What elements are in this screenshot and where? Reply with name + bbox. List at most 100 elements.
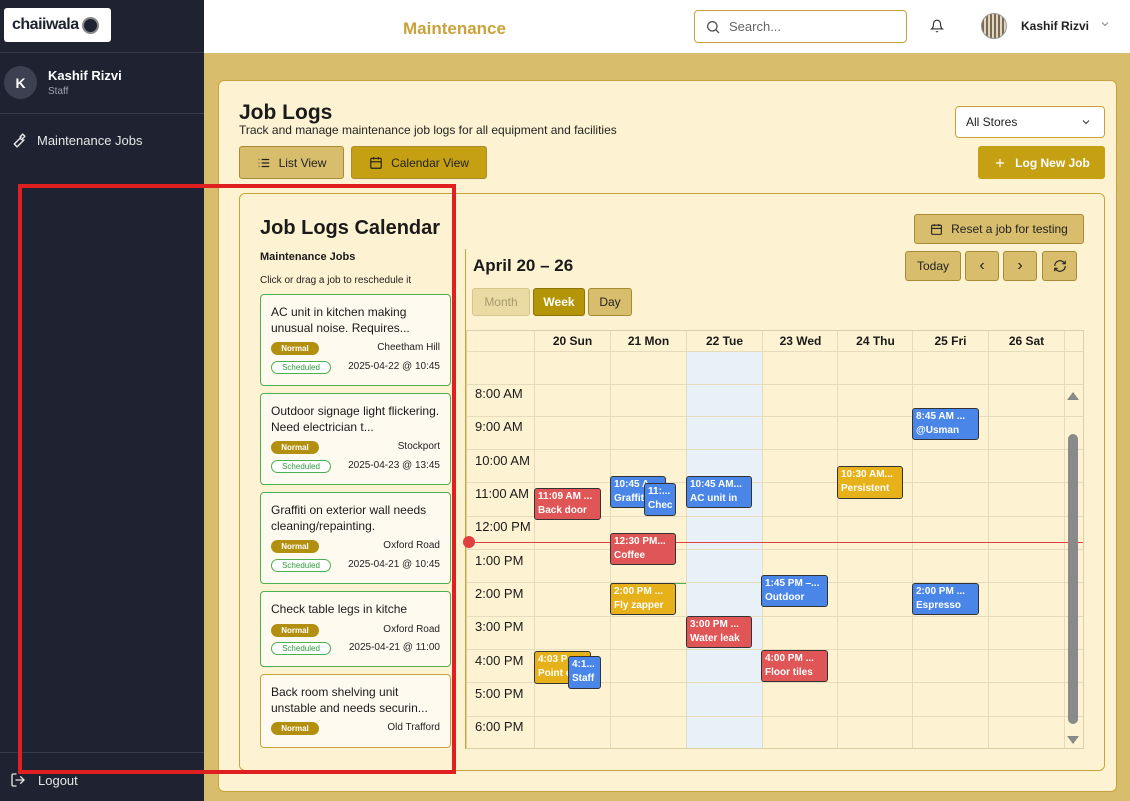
scrollbar-thumb[interactable] xyxy=(1068,434,1078,724)
day-view-tab[interactable]: Day xyxy=(588,288,632,316)
store-filter-select[interactable]: All Stores xyxy=(955,106,1105,138)
current-time-line xyxy=(467,542,1083,543)
reset-job-button[interactable]: Reset a job for testing xyxy=(914,214,1084,244)
bell-icon[interactable] xyxy=(930,18,944,34)
time-label: 11:00 AM xyxy=(475,486,529,501)
topbar: Maintenance Search... Kashif Rizvi xyxy=(204,0,1130,53)
chevron-down-icon xyxy=(1080,116,1092,128)
event-title: Outdoor xyxy=(765,592,805,603)
logout-button[interactable]: Logout xyxy=(10,772,78,788)
calendar-event[interactable]: 4:00 PM ... Floor tiles xyxy=(761,650,828,682)
grid-line xyxy=(988,331,989,748)
time-label: 1:00 PM xyxy=(475,553,524,568)
search-icon xyxy=(705,19,721,35)
grid-line xyxy=(837,331,838,748)
list-view-button[interactable]: List View xyxy=(239,146,344,179)
avatar[interactable] xyxy=(981,13,1007,39)
event-title: Back door xyxy=(538,505,587,516)
plus-icon xyxy=(993,156,1007,170)
logo-text: chaiiwala xyxy=(12,16,79,33)
time-label: 3:00 PM xyxy=(475,619,524,634)
refresh-button[interactable] xyxy=(1042,251,1077,281)
event-title: Coffee xyxy=(614,550,646,561)
day-header: 25 Fri xyxy=(934,334,967,348)
event-time: 4:1... xyxy=(572,659,595,670)
reset-job-label: Reset a job for testing xyxy=(951,222,1068,236)
grid-line xyxy=(467,549,1083,550)
calendar-event[interactable]: 10:45 AM... AC unit in xyxy=(686,476,752,508)
calendar-event[interactable]: 2:00 PM ... Espresso xyxy=(912,583,979,615)
job-logs-title: Job Logs xyxy=(239,101,333,124)
time-label: 2:00 PM xyxy=(475,586,524,601)
time-label: 10:00 AM xyxy=(475,453,530,468)
calendar-icon xyxy=(369,156,383,170)
time-label: 6:00 PM xyxy=(475,719,524,734)
event-time: 3:00 PM ... xyxy=(690,619,739,630)
log-new-job-label: Log New Job xyxy=(1015,155,1090,170)
day-header: 23 Wed xyxy=(779,334,822,348)
list-view-label: List View xyxy=(278,155,327,170)
grid-line xyxy=(534,331,535,748)
next-week-button[interactable]: › xyxy=(1003,251,1037,281)
event-time: 1:45 PM –... xyxy=(765,578,820,589)
search-input[interactable]: Search... xyxy=(694,10,907,43)
calendar-event[interactable]: 12:30 PM... Coffee xyxy=(610,533,676,565)
event-title: Espresso xyxy=(916,600,962,611)
prev-week-button[interactable]: ‹ xyxy=(965,251,999,281)
event-time: 8:45 AM ... xyxy=(916,411,966,422)
calendar-view-button[interactable]: Calendar View xyxy=(351,146,487,179)
day-header: 26 Sat xyxy=(1008,334,1045,348)
time-label: 4:00 PM xyxy=(475,653,524,668)
date-range: April 20 – 26 xyxy=(473,256,574,275)
logout-icon xyxy=(10,772,26,788)
month-view-tab[interactable]: Month xyxy=(472,288,530,316)
sidebar-item-label: Maintenance Jobs xyxy=(37,133,143,148)
calendar-event[interactable]: 8:45 AM ... @Usman xyxy=(912,408,979,440)
log-new-job-button[interactable]: Log New Job xyxy=(978,146,1105,179)
page-title: Maintenance xyxy=(403,19,506,38)
event-title: @Usman xyxy=(916,425,960,436)
job-logs-subtitle: Track and manage maintenance job logs fo… xyxy=(239,123,617,137)
event-title: Floor tiles xyxy=(765,667,813,678)
calendar-event[interactable]: 2:00 PM ... Fly zapper xyxy=(610,583,676,615)
chevron-down-icon[interactable] xyxy=(1099,18,1111,30)
calendar-event[interactable]: 1:45 PM –... Outdoor xyxy=(761,575,828,607)
event-time: 10:30 AM... xyxy=(841,469,893,480)
day-header: 21 Mon xyxy=(627,334,670,348)
event-title: Water leak xyxy=(690,633,740,644)
sidebar-divider xyxy=(0,52,204,53)
user-menu-name[interactable]: Kashif Rizvi xyxy=(1021,19,1089,33)
day-header: 20 Sun xyxy=(552,334,593,348)
event-title: Fly zapper xyxy=(614,600,664,611)
day-header: 22 Tue xyxy=(705,334,744,348)
grid-line xyxy=(467,716,1083,717)
today-button[interactable]: Today xyxy=(905,251,961,281)
avatar: K xyxy=(4,66,37,99)
sidebar-divider xyxy=(0,113,204,114)
brand-logo[interactable]: chaiiwala xyxy=(4,8,111,42)
calendar-event[interactable]: 10:30 AM... Persistent xyxy=(837,466,903,499)
time-label: 12:00 PM xyxy=(475,519,531,534)
refresh-icon xyxy=(1053,259,1067,273)
time-label: 9:00 AM xyxy=(475,419,523,434)
calendar-event[interactable]: 3:00 PM ... Water leak xyxy=(686,616,752,648)
search-placeholder: Search... xyxy=(729,19,782,34)
sidebar-item-maintenance-jobs[interactable]: Maintenance Jobs xyxy=(10,132,143,149)
logout-label: Logout xyxy=(38,772,78,788)
time-label: 8:00 AM xyxy=(475,386,523,401)
wrench-icon xyxy=(10,132,27,149)
event-time: 10:45 AM... xyxy=(690,479,742,490)
calendar-icon xyxy=(930,223,943,236)
user-name: Kashif Rizvi xyxy=(48,68,122,83)
calendar-event[interactable]: 4:1... Staff xyxy=(568,656,601,689)
week-view-tab[interactable]: Week xyxy=(533,288,585,316)
grid-line xyxy=(467,482,1083,483)
current-time-dot xyxy=(463,536,475,548)
grid-line xyxy=(1064,331,1065,748)
calendar-event[interactable]: 11:... Chec xyxy=(644,483,676,516)
event-time: 11:09 AM ... xyxy=(538,491,593,502)
calendar-event[interactable]: 11:09 AM ... Back door xyxy=(534,488,601,520)
event-time: 2:00 PM ... xyxy=(916,586,965,597)
grid-line xyxy=(912,331,913,748)
event-time: 11:... xyxy=(648,486,671,497)
